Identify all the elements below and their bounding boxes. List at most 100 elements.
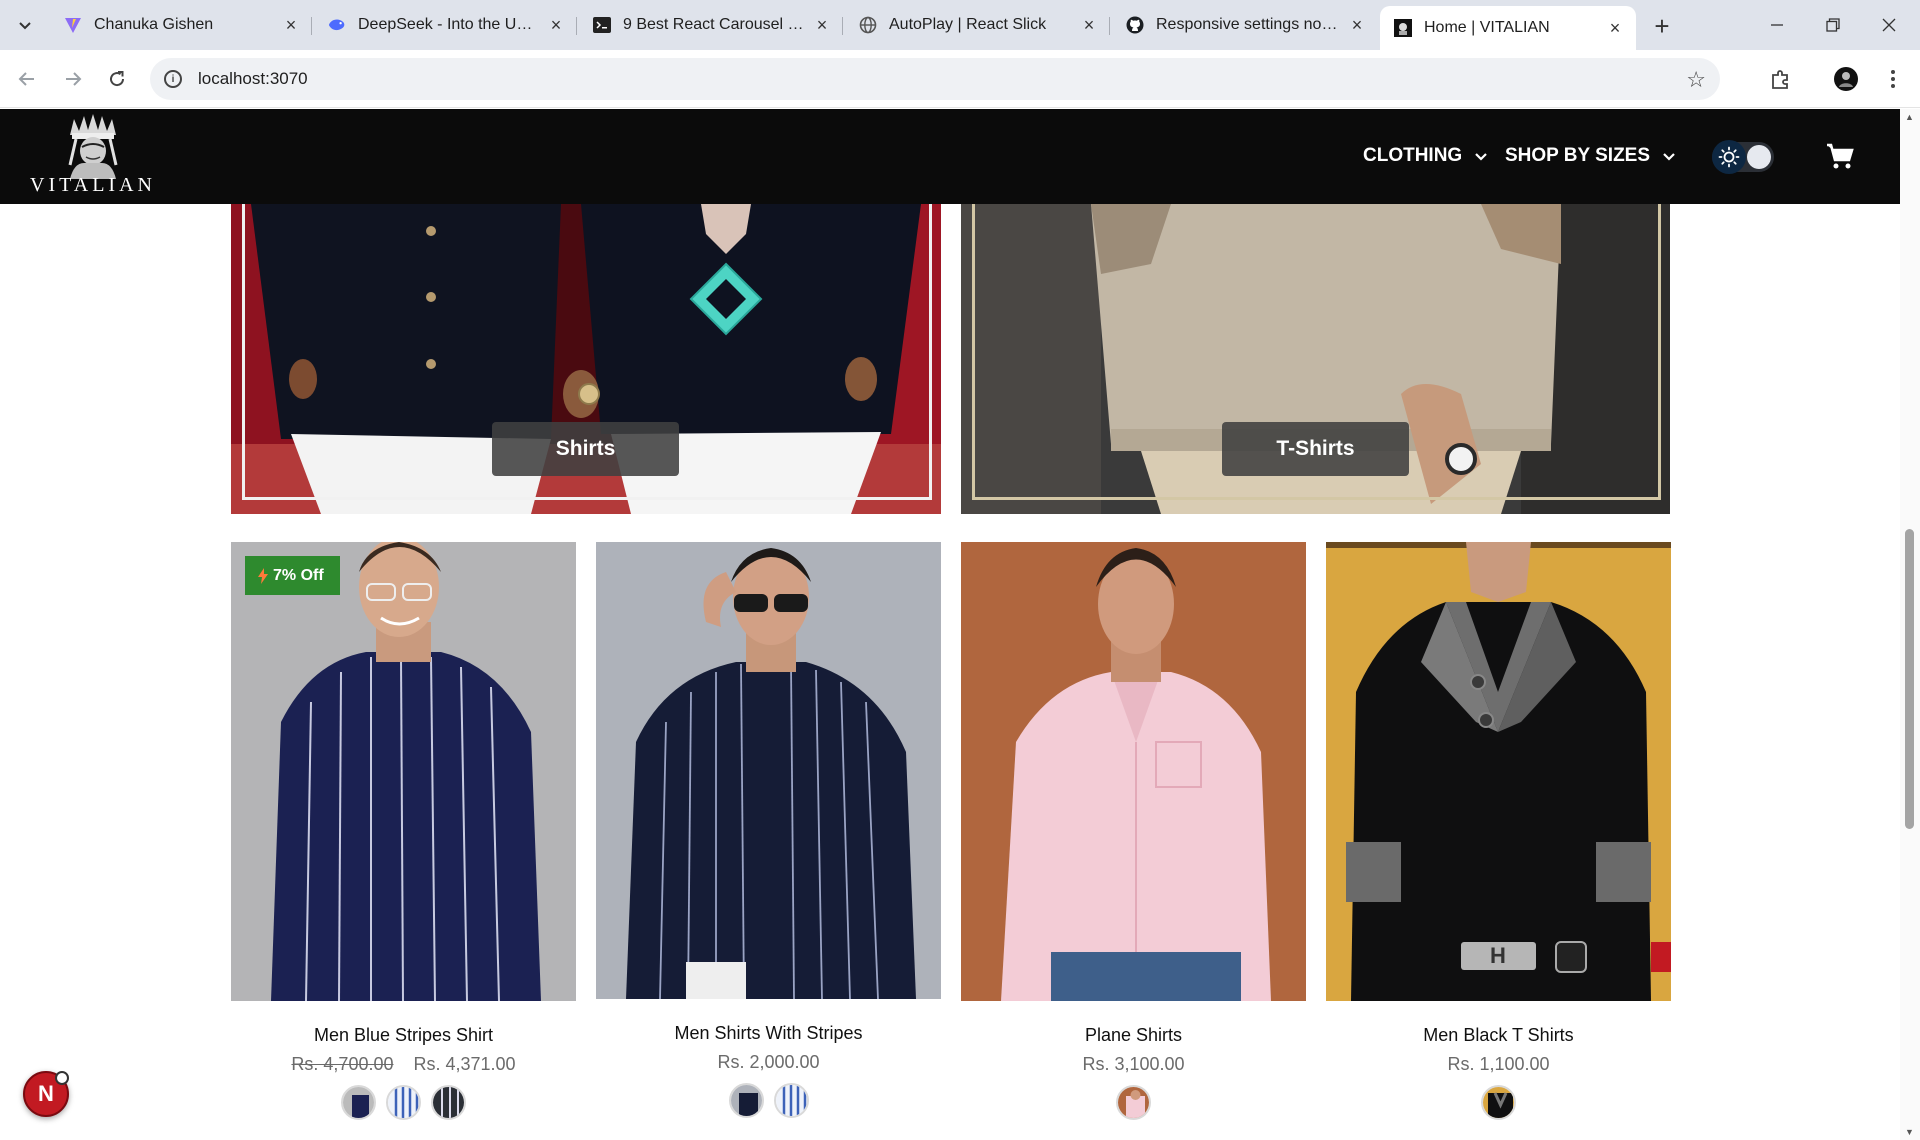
- scroll-up-icon[interactable]: ▲: [1905, 112, 1914, 122]
- vitalian-icon: [1394, 19, 1412, 37]
- extensions-icon[interactable]: [1766, 64, 1796, 94]
- product-name[interactable]: Men Shirts With Stripes: [596, 1023, 941, 1044]
- site-header: VITALIAN CLOTHING SHOP BY SIZES: [0, 109, 1900, 204]
- sale-price: Rs. 4,371.00: [413, 1054, 516, 1074]
- lightning-icon: [258, 567, 268, 584]
- window-close-icon[interactable]: [1874, 10, 1904, 40]
- browser-tab[interactable]: Responsive settings not working ×: [1112, 8, 1378, 42]
- color-swatch[interactable]: [341, 1085, 376, 1120]
- page-scrollbar[interactable]: ▲ ▼: [1900, 109, 1920, 1140]
- product-card[interactable]: H Men Black T Shirts Rs. 1,100.00: [1326, 542, 1671, 1120]
- chevron-down-icon: [19, 22, 31, 30]
- browser-tab-strip: Chanuka Gishen × DeepSeek - Into the Unk…: [0, 0, 1920, 50]
- bookmark-star-icon[interactable]: ☆: [1686, 67, 1706, 93]
- sun-icon: [1712, 140, 1746, 174]
- product-price: Rs. 1,100.00: [1326, 1054, 1671, 1075]
- product-price: Rs. 2,000.00: [596, 1052, 941, 1073]
- profile-avatar[interactable]: [1831, 64, 1861, 94]
- product-image[interactable]: [596, 542, 941, 999]
- cart-icon[interactable]: [1825, 141, 1855, 171]
- github-icon: [1126, 16, 1144, 34]
- brand-logo[interactable]: VITALIAN: [30, 113, 156, 199]
- back-arrow-icon[interactable]: [12, 64, 42, 94]
- product-card[interactable]: 7% Off Men Blue Stripes Shirt Rs. 4,700.…: [231, 542, 576, 1120]
- close-icon[interactable]: ×: [1606, 18, 1624, 38]
- nav-clothing[interactable]: CLOTHING: [1363, 145, 1488, 167]
- color-swatch[interactable]: [386, 1085, 421, 1120]
- product-image[interactable]: 7% Off: [231, 542, 576, 1001]
- site-info-icon[interactable]: i: [164, 70, 182, 88]
- color-swatches: [961, 1085, 1306, 1120]
- nav-shop-by-sizes-label: SHOP BY SIZES: [1505, 145, 1651, 166]
- svg-text:H: H: [1490, 943, 1506, 968]
- vite-icon: [64, 16, 82, 34]
- dev-indicator-letter: N: [38, 1081, 54, 1106]
- color-swatch[interactable]: [1481, 1085, 1516, 1120]
- color-swatches: [231, 1085, 576, 1120]
- product-image[interactable]: H: [1326, 542, 1671, 1001]
- sale-price: Rs. 3,100.00: [1082, 1054, 1185, 1074]
- browser-tab[interactable]: AutoPlay | React Slick ×: [845, 8, 1110, 42]
- discount-badge-text: 7% Off: [273, 566, 324, 584]
- deepseek-icon: [328, 16, 346, 34]
- tab-title: Responsive settings not working: [1156, 16, 1340, 33]
- tab-title: Chanuka Gishen: [94, 16, 214, 33]
- color-swatch[interactable]: [728, 1083, 764, 1118]
- tab-title: 9 Best React Carousel Components: [623, 16, 805, 33]
- nav-clothing-label: CLOTHING: [1363, 145, 1463, 166]
- dev-indicator-dot: [55, 1071, 69, 1085]
- color-swatch[interactable]: [1116, 1085, 1151, 1120]
- scroll-down-icon[interactable]: ▼: [1905, 1127, 1914, 1137]
- browser-tab-active[interactable]: Home | VITALIAN ×: [1380, 6, 1636, 50]
- close-icon[interactable]: ×: [282, 15, 300, 35]
- reload-icon[interactable]: [102, 64, 132, 94]
- nextjs-dev-indicator[interactable]: N: [23, 1071, 69, 1117]
- browser-tab[interactable]: Chanuka Gishen ×: [50, 8, 312, 42]
- chevron-down-icon: [1475, 153, 1487, 161]
- close-icon[interactable]: ×: [547, 15, 565, 35]
- close-icon[interactable]: ×: [813, 15, 831, 35]
- scrollbar-thumb[interactable]: [1905, 529, 1914, 829]
- sale-price: Rs. 1,100.00: [1447, 1054, 1550, 1074]
- product-card[interactable]: Plane Shirts Rs. 3,100.00: [961, 542, 1306, 1120]
- browser-toolbar: i localhost:3070 ☆: [0, 50, 1920, 108]
- forward-arrow-icon[interactable]: [58, 64, 88, 94]
- product-name[interactable]: Men Blue Stripes Shirt: [231, 1025, 576, 1046]
- brand-wordmark: VITALIAN: [30, 174, 156, 196]
- color-swatches: [596, 1083, 941, 1118]
- toggle-knob: [1747, 145, 1771, 169]
- minimize-icon[interactable]: [1762, 10, 1792, 40]
- theme-toggle[interactable]: [1712, 140, 1774, 174]
- sale-price: Rs. 2,000.00: [717, 1052, 820, 1072]
- address-bar[interactable]: i localhost:3070 ☆: [150, 58, 1720, 100]
- category-card-tshirts[interactable]: T-Shirts: [961, 204, 1670, 514]
- product-price: Rs. 3,100.00: [961, 1054, 1306, 1075]
- tab-title: Home | VITALIAN: [1424, 19, 1550, 36]
- globe-icon: [859, 16, 877, 34]
- category-card-shirts[interactable]: Shirts: [231, 204, 941, 514]
- new-tab-button[interactable]: +: [1648, 11, 1676, 41]
- tab-title: AutoPlay | React Slick: [889, 16, 1047, 33]
- terminal-icon: [593, 16, 611, 34]
- color-swatch[interactable]: [431, 1085, 466, 1120]
- category-label-shirts: Shirts: [492, 422, 679, 476]
- tab-title: DeepSeek - Into the Unknown: [358, 16, 539, 33]
- product-image[interactable]: [961, 542, 1306, 1001]
- product-card[interactable]: Men Shirts With Stripes Rs. 2,000.00: [596, 542, 941, 1118]
- browser-tab[interactable]: DeepSeek - Into the Unknown ×: [314, 8, 577, 42]
- chevron-down-icon: [1663, 153, 1675, 161]
- product-name[interactable]: Plane Shirts: [961, 1025, 1306, 1046]
- browser-tab[interactable]: 9 Best React Carousel Components ×: [579, 8, 843, 42]
- url-text: localhost:3070: [198, 69, 308, 88]
- nav-shop-by-sizes[interactable]: SHOP BY SIZES: [1505, 145, 1676, 167]
- color-swatches: [1326, 1085, 1671, 1120]
- product-name[interactable]: Men Black T Shirts: [1326, 1025, 1671, 1046]
- close-icon[interactable]: ×: [1080, 15, 1098, 35]
- browser-menu-icon[interactable]: [1878, 64, 1908, 94]
- color-swatch[interactable]: [773, 1083, 809, 1118]
- warrior-crest-icon: [68, 114, 118, 179]
- close-icon[interactable]: ×: [1348, 15, 1366, 35]
- discount-badge: 7% Off: [245, 556, 340, 595]
- restore-icon[interactable]: [1818, 10, 1848, 40]
- tab-search-button[interactable]: [12, 12, 38, 38]
